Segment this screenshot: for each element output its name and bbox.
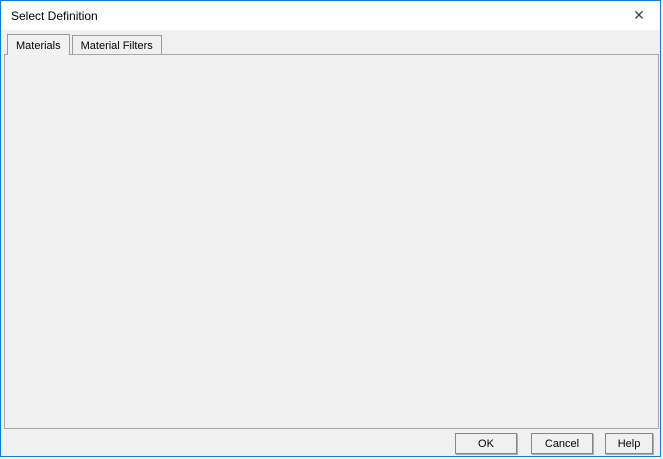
help-button-label: Help [617, 437, 641, 450]
cancel-button[interactable]: Cancel [531, 433, 593, 454]
ok-button[interactable]: OK [455, 433, 517, 454]
tab-page-materials [4, 54, 659, 429]
close-icon[interactable]: ✕ [628, 5, 650, 25]
cancel-button-label: Cancel [544, 437, 580, 450]
help-button[interactable]: Help [605, 433, 653, 454]
tab-material-filters[interactable]: Material Filters [71, 35, 162, 54]
select-definition-dialog: Select Definition ✕ Materials Material Fi… [0, 0, 661, 457]
ok-button-label: OK [478, 437, 494, 450]
tab-materials[interactable]: Materials [7, 34, 70, 55]
titlebar: Select Definition ✕ [1, 1, 660, 30]
dialog-title: Select Definition [11, 9, 98, 23]
tabstrip: Materials Material Filters [7, 34, 164, 55]
